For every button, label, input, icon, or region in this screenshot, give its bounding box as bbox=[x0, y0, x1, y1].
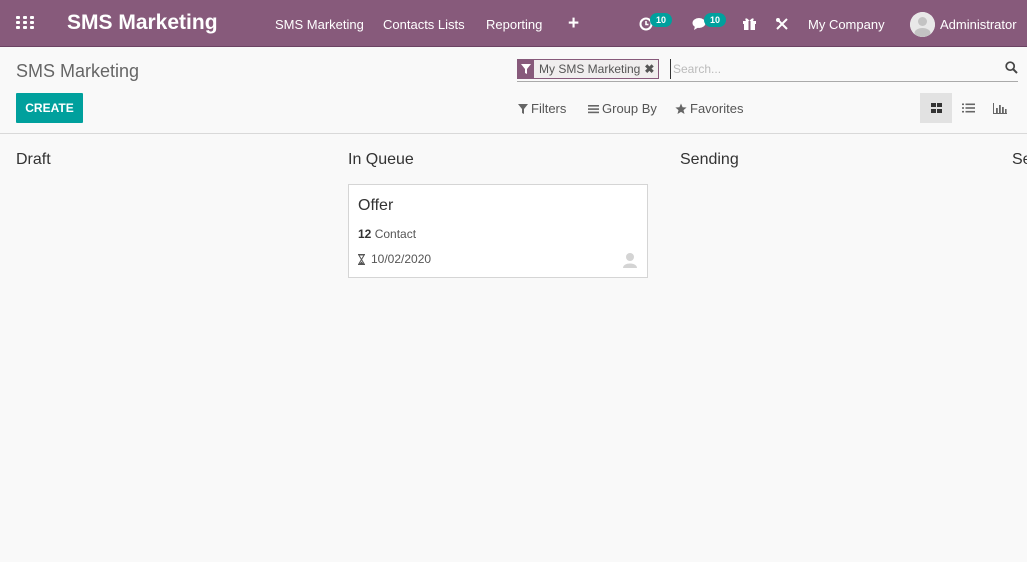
user-menu[interactable]: Administrator bbox=[940, 17, 1017, 32]
filters-button[interactable]: Filters bbox=[518, 101, 566, 116]
search-icon[interactable] bbox=[1005, 61, 1018, 79]
quick-create-plus-icon[interactable]: + bbox=[568, 13, 579, 35]
menu-contacts-lists[interactable]: Contacts Lists bbox=[383, 17, 465, 32]
list-icon bbox=[961, 103, 975, 113]
column-title-sending: Sending bbox=[680, 151, 739, 168]
debug-tools-icon[interactable] bbox=[775, 17, 789, 36]
kanban-icon bbox=[930, 103, 942, 113]
app-title[interactable]: SMS Marketing bbox=[67, 11, 218, 35]
group-by-label: Group By bbox=[602, 101, 657, 116]
activity-badge: 10 bbox=[650, 13, 672, 27]
card-schedule-date: 10/02/2020 bbox=[358, 252, 431, 266]
kanban-view: Draft In Queue Sending Se Offer 12 Conta… bbox=[0, 135, 1027, 562]
contact-label: Contact bbox=[374, 227, 417, 241]
graph-view-button[interactable] bbox=[984, 93, 1016, 123]
card-contact-count: 12 Contact bbox=[358, 227, 416, 241]
messages-badge: 10 bbox=[704, 13, 726, 27]
column-title-in-queue: In Queue bbox=[348, 151, 414, 168]
menu-reporting[interactable]: Reporting bbox=[486, 17, 542, 32]
star-icon bbox=[675, 103, 687, 114]
kanban-view-button[interactable] bbox=[920, 93, 952, 123]
list-view-button[interactable] bbox=[952, 93, 984, 123]
breadcrumb: SMS Marketing bbox=[16, 61, 140, 81]
user-avatar[interactable] bbox=[910, 12, 935, 37]
favorites-button[interactable]: Favorites bbox=[675, 101, 743, 116]
company-switcher[interactable]: My Company bbox=[808, 17, 885, 32]
filter-icon bbox=[518, 60, 534, 78]
facet-label: My SMS Marketing bbox=[539, 62, 641, 76]
search-bar: My SMS Marketing ✖ bbox=[517, 59, 1018, 82]
control-panel: SMS Marketing My SMS Marketing ✖ CREATE … bbox=[0, 48, 1027, 134]
kanban-card[interactable]: Offer 12 Contact 10/02/2020 bbox=[348, 184, 648, 278]
top-navbar: SMS Marketing SMS Marketing Contacts Lis… bbox=[0, 0, 1027, 47]
search-input[interactable] bbox=[670, 59, 990, 79]
user-icon[interactable] bbox=[621, 251, 639, 269]
column-title-draft: Draft bbox=[16, 151, 51, 168]
bar-chart-icon bbox=[993, 102, 1007, 114]
filters-label: Filters bbox=[531, 101, 567, 116]
date-value: 10/02/2020 bbox=[371, 252, 432, 266]
gift-icon[interactable] bbox=[742, 16, 757, 36]
contact-count: 12 bbox=[358, 227, 372, 241]
card-title: Offer bbox=[358, 197, 394, 214]
menu-sms-marketing[interactable]: SMS Marketing bbox=[275, 17, 364, 32]
column-title-sent: Se bbox=[1012, 151, 1027, 168]
list-icon bbox=[588, 104, 599, 113]
filter-icon bbox=[518, 103, 528, 114]
hourglass-icon bbox=[358, 253, 365, 265]
search-facet[interactable]: My SMS Marketing ✖ bbox=[517, 59, 660, 79]
create-button[interactable]: CREATE bbox=[16, 93, 83, 123]
favorites-label: Favorites bbox=[690, 101, 744, 116]
group-by-button[interactable]: Group By bbox=[588, 101, 657, 116]
apps-grid-icon[interactable] bbox=[16, 16, 34, 30]
close-icon[interactable]: ✖ bbox=[644, 60, 658, 78]
